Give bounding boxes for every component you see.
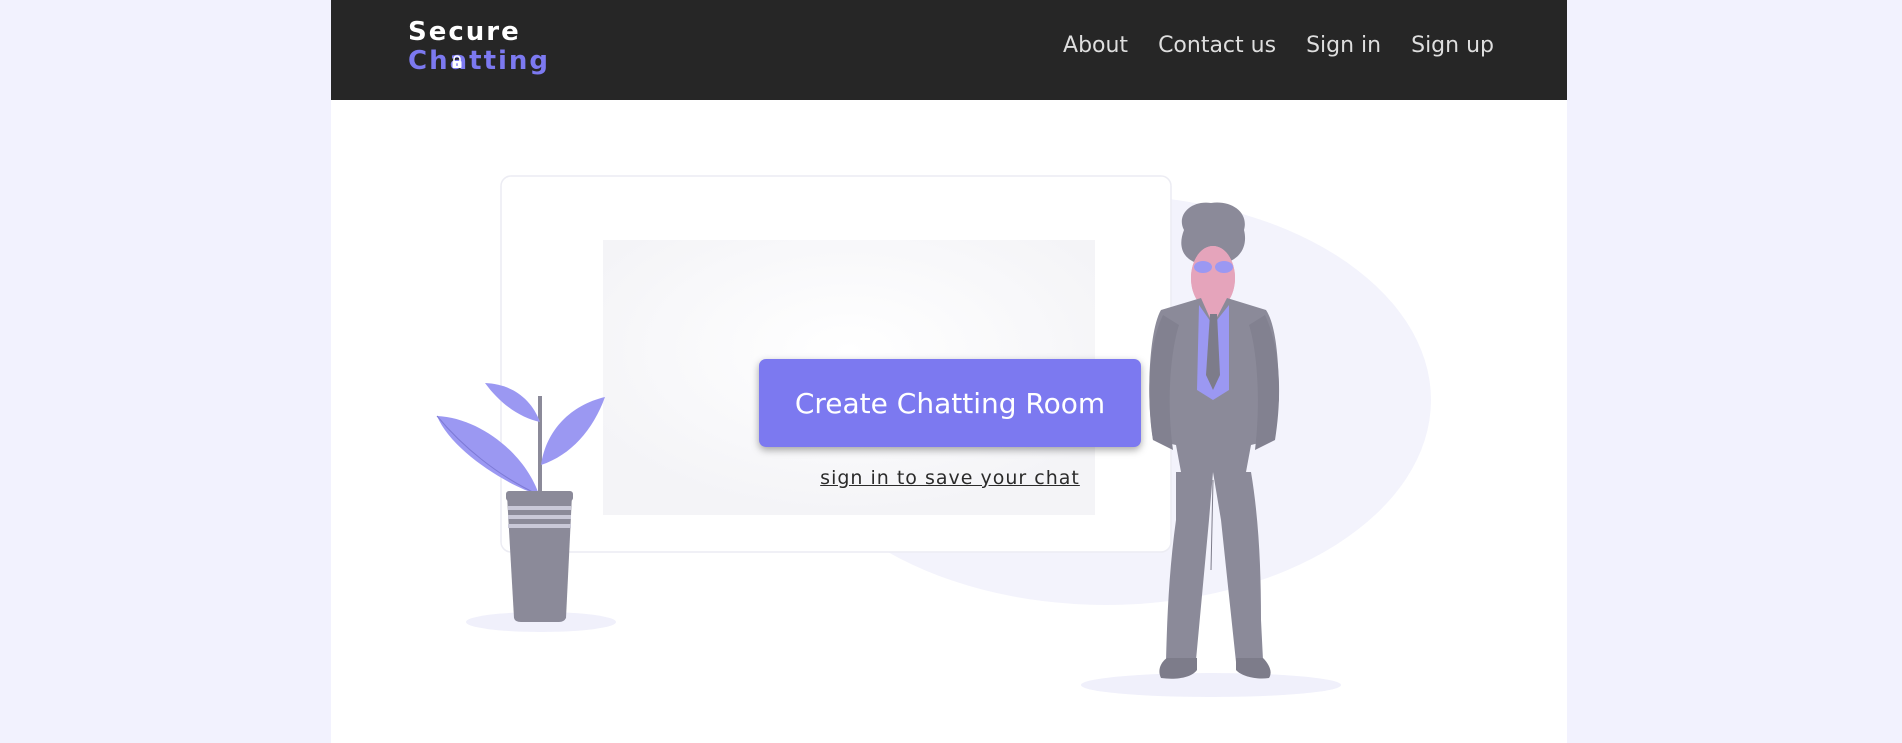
navbar: Secure Chatting About Contact us Sign in…: [331, 0, 1567, 100]
nav-links: About Contact us Sign in Sign up: [1063, 33, 1494, 58]
create-chatting-room-button[interactable]: Create Chatting Room: [759, 359, 1141, 447]
sign-in-to-save-link[interactable]: sign in to save your chat: [759, 467, 1141, 489]
nav-about-link[interactable]: About: [1063, 33, 1128, 58]
page-container: Secure Chatting About Contact us Sign in…: [331, 0, 1567, 743]
person-shadow: [1081, 673, 1341, 697]
logo-line-2: Chatting: [408, 47, 550, 76]
nav-contact-link[interactable]: Contact us: [1158, 33, 1276, 58]
lock-icon: [452, 55, 462, 68]
nav-signup-link[interactable]: Sign up: [1411, 33, 1494, 58]
logo[interactable]: Secure Chatting: [408, 18, 550, 76]
nav-signin-link[interactable]: Sign in: [1306, 33, 1381, 58]
logo-line-2-text: Chatting: [408, 46, 551, 76]
logo-line-1: Secure: [408, 17, 521, 47]
hero-section: Create Chatting Room sign in to save you…: [331, 100, 1567, 743]
